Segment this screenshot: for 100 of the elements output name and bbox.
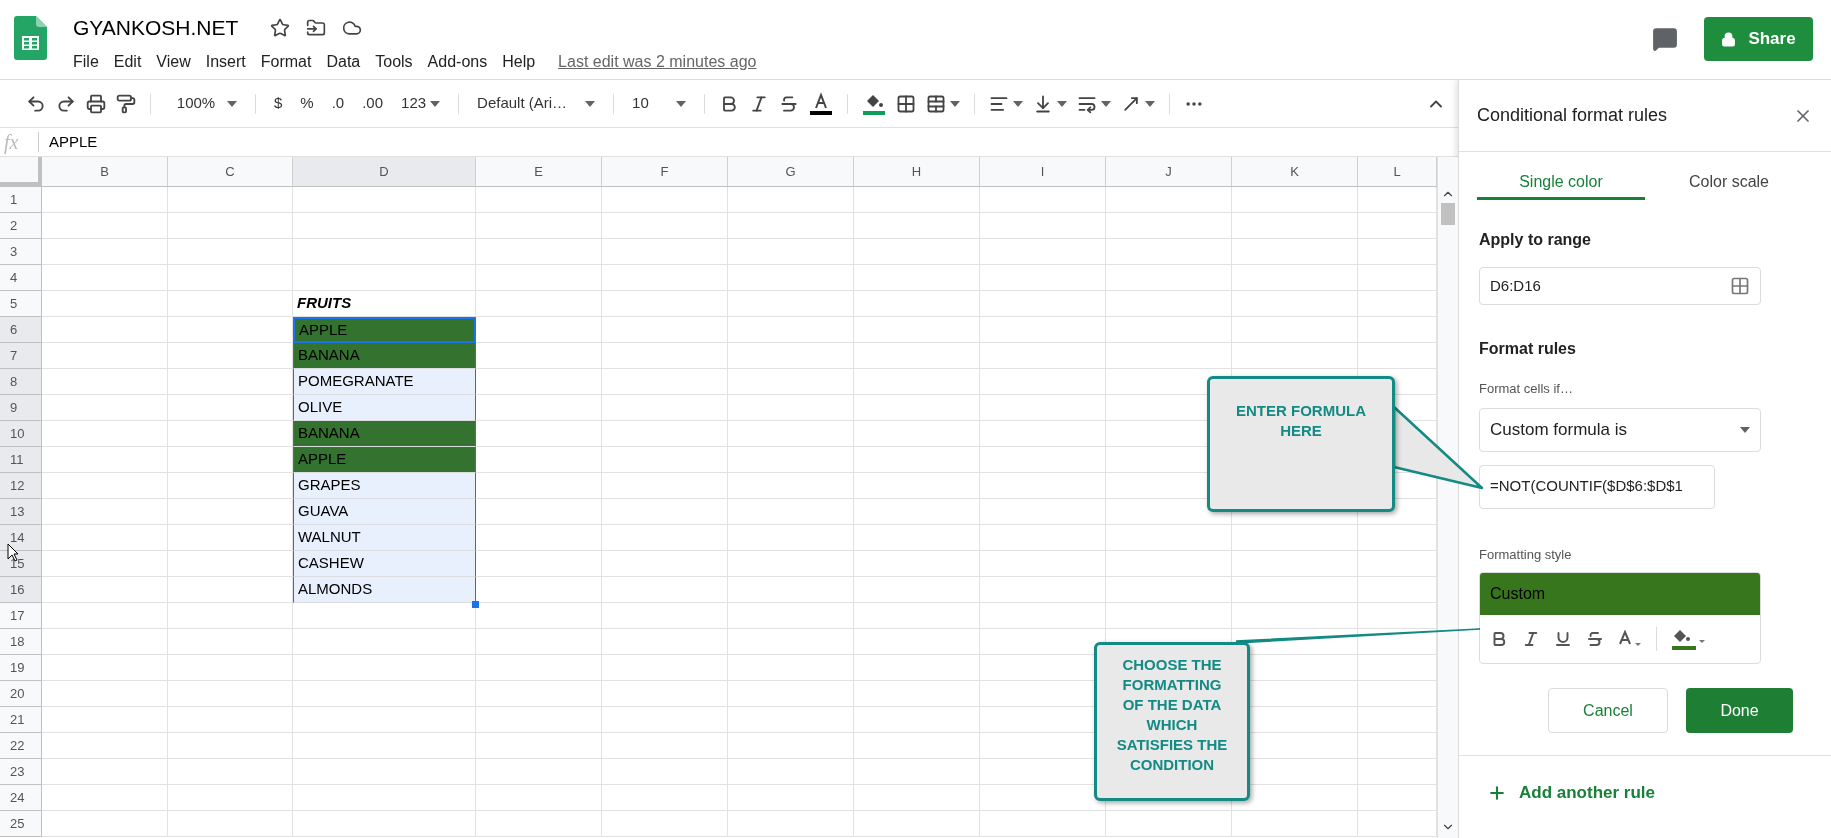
table-cell[interactable] (980, 239, 1106, 265)
formula-input[interactable]: APPLE (49, 130, 98, 154)
table-cell[interactable] (728, 577, 854, 603)
table-cell[interactable] (980, 213, 1106, 239)
table-cell[interactable] (602, 499, 728, 525)
table-cell[interactable] (476, 213, 602, 239)
table-cell[interactable] (1106, 811, 1232, 837)
font-dropdown[interactable]: Default (Ari… (473, 89, 600, 118)
row-header[interactable]: 2 (0, 213, 42, 239)
table-cell[interactable] (476, 447, 602, 473)
decimal-decrease-button[interactable]: .0 (327, 89, 349, 118)
table-cell[interactable] (476, 473, 602, 499)
table-cell[interactable] (854, 473, 980, 499)
underline-icon[interactable] (1554, 630, 1572, 648)
table-cell[interactable] (728, 629, 854, 655)
formula-field[interactable]: =NOT(COUNTIF($D$6:$D$1 (1479, 464, 1715, 509)
row-header[interactable]: 9 (0, 395, 42, 421)
table-cell[interactable] (1106, 213, 1232, 239)
table-cell[interactable]: GRAPES (293, 473, 476, 499)
table-cell[interactable] (854, 213, 980, 239)
cancel-button[interactable]: Cancel (1548, 688, 1668, 733)
vertical-scrollbar[interactable] (1437, 157, 1458, 838)
comment-icon[interactable] (1652, 26, 1678, 52)
sheets-logo-icon[interactable] (14, 16, 47, 60)
table-cell[interactable] (1232, 265, 1358, 291)
table-cell[interactable]: FRUITS (293, 291, 476, 317)
paint-format-icon[interactable] (116, 93, 136, 114)
text-color-icon[interactable] (1618, 630, 1642, 648)
table-cell[interactable] (980, 291, 1106, 317)
table-cell[interactable] (168, 655, 293, 681)
table-cell[interactable] (854, 733, 980, 759)
table-cell[interactable] (854, 551, 980, 577)
table-cell[interactable] (854, 447, 980, 473)
table-cell[interactable] (476, 525, 602, 551)
table-cell[interactable] (168, 239, 293, 265)
table-cell[interactable] (980, 577, 1106, 603)
table-cell[interactable] (728, 265, 854, 291)
table-cell[interactable] (168, 681, 293, 707)
row-header[interactable]: 17 (0, 603, 42, 629)
table-cell[interactable] (1106, 525, 1232, 551)
table-cell[interactable]: BANANA (293, 343, 476, 369)
row-header[interactable]: 21 (0, 707, 42, 733)
decimal-increase-button[interactable]: .00 (358, 89, 388, 118)
table-cell[interactable] (476, 629, 602, 655)
table-cell[interactable] (1232, 551, 1358, 577)
table-cell[interactable] (42, 603, 168, 629)
table-cell[interactable] (42, 811, 168, 837)
menu-item[interactable]: View (156, 49, 191, 74)
table-cell[interactable] (854, 655, 980, 681)
table-cell[interactable] (980, 811, 1106, 837)
table-cell[interactable] (42, 733, 168, 759)
table-cell[interactable] (1106, 603, 1232, 629)
table-cell[interactable] (602, 317, 728, 343)
table-cell[interactable] (1106, 343, 1232, 369)
row-header[interactable]: 19 (0, 655, 42, 681)
table-cell[interactable] (728, 655, 854, 681)
table-cell[interactable] (42, 759, 168, 785)
table-cell[interactable] (728, 447, 854, 473)
table-cell[interactable] (602, 343, 728, 369)
table-cell[interactable] (980, 369, 1106, 395)
star-icon[interactable] (270, 17, 291, 38)
table-cell[interactable] (980, 447, 1106, 473)
row-header[interactable]: 4 (0, 265, 42, 291)
redo-icon[interactable] (56, 93, 76, 114)
table-cell[interactable] (293, 239, 476, 265)
style-preview[interactable]: Custom (1480, 573, 1760, 615)
table-cell[interactable] (168, 811, 293, 837)
done-button[interactable]: Done (1686, 688, 1793, 733)
menu-item[interactable]: Data (326, 49, 361, 74)
table-cell[interactable] (1232, 603, 1358, 629)
table-cell[interactable] (854, 603, 980, 629)
table-cell[interactable] (728, 681, 854, 707)
menu-item[interactable]: Tools (375, 49, 413, 74)
table-cell[interactable] (42, 707, 168, 733)
table-cell[interactable] (293, 759, 476, 785)
table-cell[interactable] (293, 629, 476, 655)
table-cell[interactable] (602, 733, 728, 759)
table-cell[interactable] (476, 369, 602, 395)
table-cell[interactable] (854, 239, 980, 265)
table-cell[interactable] (728, 421, 854, 447)
row-header[interactable]: 8 (0, 369, 42, 395)
strikethrough-icon[interactable] (1586, 630, 1604, 648)
table-cell[interactable] (42, 551, 168, 577)
folder-icon[interactable] (306, 17, 327, 38)
borders-icon[interactable] (896, 93, 917, 114)
table-cell[interactable] (602, 265, 728, 291)
menu-item[interactable]: Help (502, 49, 536, 74)
table-cell[interactable] (728, 291, 854, 317)
table-cell[interactable] (42, 369, 168, 395)
table-cell[interactable] (854, 629, 980, 655)
table-cell[interactable] (728, 395, 854, 421)
table-cell[interactable] (728, 603, 854, 629)
table-cell[interactable] (42, 187, 168, 213)
table-cell[interactable] (728, 785, 854, 811)
table-cell[interactable] (602, 629, 728, 655)
table-cell[interactable] (602, 603, 728, 629)
table-cell[interactable] (476, 655, 602, 681)
table-cell[interactable] (1232, 343, 1358, 369)
undo-icon[interactable] (26, 93, 46, 114)
italic-icon[interactable] (1522, 630, 1540, 648)
